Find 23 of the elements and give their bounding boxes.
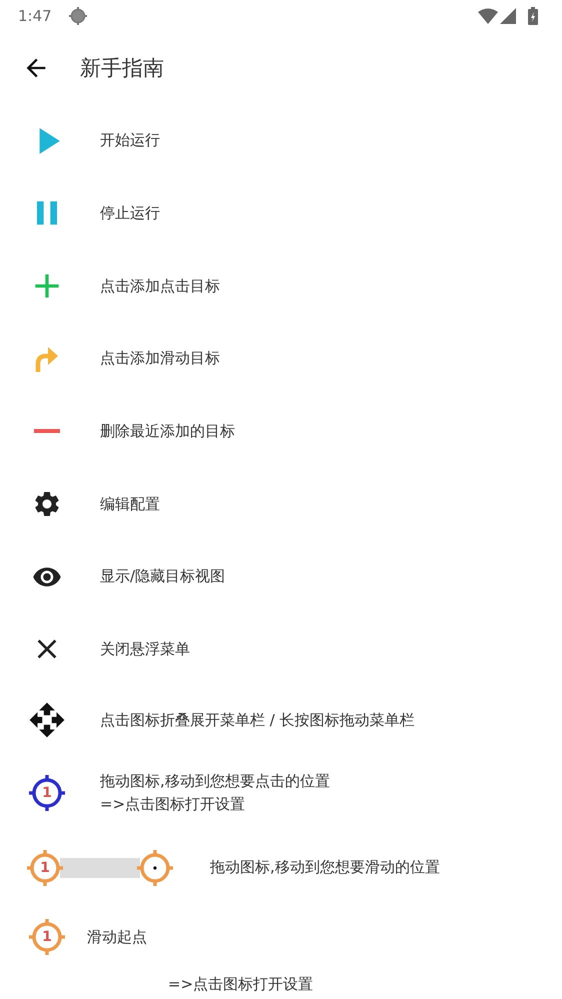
- guide-text: 停止运行: [100, 204, 160, 223]
- guide-text: 删除最近添加的目标: [100, 422, 235, 441]
- move-arrows-icon: [28, 701, 66, 740]
- guide-text: 点击图标折叠展开菜单栏 / 长按图标拖动菜单栏: [100, 710, 415, 730]
- hint-text: =>点击图标打开设置: [167, 974, 314, 995]
- battery-icon: [528, 6, 538, 25]
- guide-text: 点击添加滑动目标: [100, 349, 220, 368]
- hint-text: =>点击图标打开设置: [100, 794, 246, 814]
- page-title: 新手指南: [80, 55, 164, 82]
- guide-text: 点击添加点击目标: [100, 276, 220, 296]
- target-end-marker: [136, 848, 174, 887]
- signal-icon: [500, 8, 516, 24]
- guide-text: 显示/隐藏目标视图: [100, 567, 226, 586]
- guide-text: 关闭悬浮菜单: [100, 640, 190, 659]
- guide-text: 编辑配置: [100, 494, 160, 514]
- hint-text: 滑动起点: [87, 928, 147, 947]
- location-icon: [68, 6, 88, 26]
- guide-text: 开始运行: [100, 131, 160, 150]
- minus-icon: [34, 429, 60, 434]
- status-time: 1:47: [18, 6, 52, 25]
- hint-text: 拖动图标,移动到您想要滑动的位置: [210, 858, 440, 878]
- hint-text: 拖动图标,移动到您想要点击的位置: [100, 772, 330, 791]
- wifi-icon: [478, 8, 498, 24]
